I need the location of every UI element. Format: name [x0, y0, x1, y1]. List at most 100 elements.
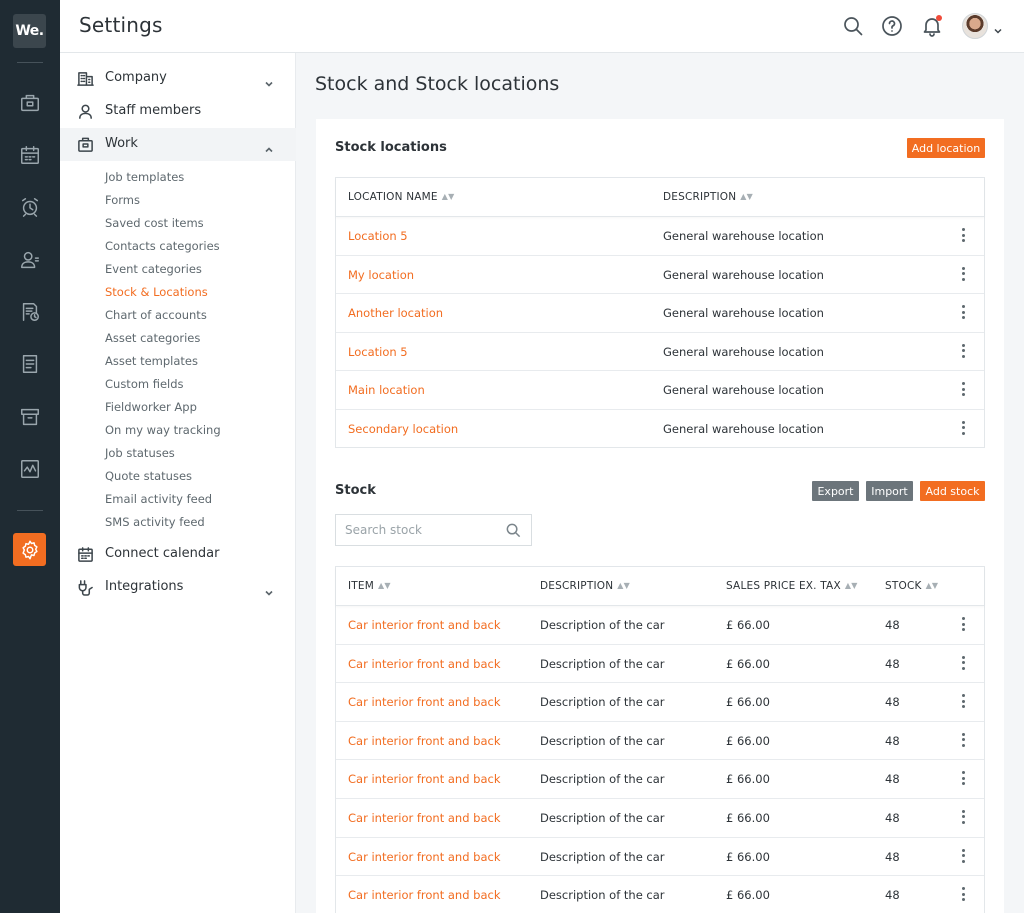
- alarm-clock-icon[interactable]: [17, 194, 43, 220]
- more-options-icon[interactable]: [960, 382, 966, 398]
- sidebar-subitem-on-my-way-tracking[interactable]: On my way tracking: [105, 423, 221, 437]
- sidebar-item-staff-members[interactable]: Staff members: [60, 95, 296, 128]
- table-row[interactable]: Car interior front and back Description o…: [336, 760, 984, 799]
- export-button[interactable]: Export: [812, 481, 859, 501]
- column-header-description[interactable]: DESCRIPTION ▲▼: [663, 191, 753, 203]
- sidebar-subitem-email-activity-feed[interactable]: Email activity feed: [105, 492, 212, 506]
- more-options-icon[interactable]: [960, 266, 966, 283]
- more-options-icon[interactable]: [960, 694, 966, 710]
- table-row[interactable]: My location General warehouse location: [336, 256, 984, 295]
- contacts-icon[interactable]: [17, 247, 43, 273]
- location-name-link[interactable]: Another location: [348, 306, 443, 320]
- stock-item-link[interactable]: Car interior front and back: [348, 772, 501, 786]
- column-header-stock[interactable]: STOCK ▲▼: [885, 580, 938, 592]
- more-options-icon[interactable]: [960, 420, 966, 437]
- chevron-up-icon[interactable]: [264, 140, 274, 153]
- more-options-icon[interactable]: [960, 809, 966, 826]
- stock-item-link[interactable]: Car interior front and back: [348, 811, 501, 825]
- table-row[interactable]: Car interior front and back Description o…: [336, 606, 984, 645]
- chevron-down-icon[interactable]: [264, 583, 274, 596]
- sidebar-item-integrations[interactable]: Integrations: [60, 571, 296, 604]
- column-header-sales-price[interactable]: SALES PRICE EX. TAX ▲▼: [726, 580, 858, 592]
- sidebar-item-connect-calendar[interactable]: Connect calendar: [60, 538, 296, 571]
- stock-description: Description of the car: [540, 810, 665, 825]
- column-header-description[interactable]: DESCRIPTION ▲▼: [540, 580, 630, 592]
- add-stock-button[interactable]: Add stock: [920, 481, 985, 501]
- table-row[interactable]: Location 5 General warehouse location: [336, 333, 984, 372]
- column-header-item[interactable]: ITEM ▲▼: [348, 580, 391, 592]
- sidebar-subitem-asset-templates[interactable]: Asset templates: [105, 354, 198, 368]
- stock-item-link[interactable]: Car interior front and back: [348, 734, 501, 748]
- add-location-button[interactable]: Add location: [907, 138, 985, 158]
- sidebar-item-company[interactable]: Company: [60, 62, 296, 95]
- sidebar-subitem-saved-cost-items[interactable]: Saved cost items: [105, 216, 204, 230]
- more-options-icon[interactable]: [960, 887, 966, 903]
- activity-chart-icon[interactable]: [17, 456, 43, 482]
- location-name-link[interactable]: My location: [348, 268, 414, 282]
- sidebar-subitem-fieldworker-app[interactable]: Fieldworker App: [105, 400, 197, 414]
- location-name-link[interactable]: Location 5: [348, 229, 408, 243]
- briefcase-icon[interactable]: [17, 90, 43, 116]
- stock-item-link[interactable]: Car interior front and back: [348, 618, 501, 632]
- sidebar-subitem-contacts-categories[interactable]: Contacts categories: [105, 239, 220, 253]
- invoice-clock-icon[interactable]: [17, 299, 43, 325]
- import-button[interactable]: Import: [866, 481, 913, 501]
- settings-gear-icon[interactable]: [13, 533, 46, 566]
- stock-quantity: 48: [885, 810, 900, 825]
- sidebar-item-work[interactable]: Work: [60, 128, 296, 161]
- chevron-down-icon[interactable]: [993, 21, 1003, 34]
- more-options-icon[interactable]: [960, 617, 966, 633]
- stock-item-link[interactable]: Car interior front and back: [348, 695, 501, 709]
- document-icon[interactable]: [17, 351, 43, 377]
- table-row[interactable]: Another location General warehouse locati…: [336, 294, 984, 333]
- location-name-link[interactable]: Main location: [348, 383, 425, 397]
- more-options-icon[interactable]: [960, 732, 966, 749]
- avatar[interactable]: [962, 13, 988, 39]
- more-options-icon[interactable]: [960, 343, 966, 360]
- table-row[interactable]: Car interior front and back Description o…: [336, 722, 984, 761]
- location-description: General warehouse location: [663, 267, 824, 282]
- sidebar-subitem-chart-of-accounts[interactable]: Chart of accounts: [105, 308, 207, 322]
- table-row[interactable]: Location 5 General warehouse location: [336, 217, 984, 256]
- sidebar-subitem-quote-statuses[interactable]: Quote statuses: [105, 469, 192, 483]
- sidebar-subitem-sms-activity-feed[interactable]: SMS activity feed: [105, 515, 205, 529]
- more-options-icon[interactable]: [960, 305, 966, 321]
- stock-description: Description of the car: [540, 695, 665, 710]
- app-logo[interactable]: We.: [13, 14, 46, 48]
- table-row[interactable]: Secondary location General warehouse loca…: [336, 410, 984, 449]
- calendar-icon[interactable]: [17, 142, 43, 168]
- table-row[interactable]: Car interior front and back Description o…: [336, 645, 984, 684]
- archive-icon[interactable]: [17, 404, 43, 430]
- search-icon[interactable]: [841, 14, 865, 38]
- page-title: Stock and Stock locations: [315, 73, 560, 95]
- sidebar-subitem-job-templates[interactable]: Job templates: [105, 170, 184, 184]
- sidebar-subitem-stock-locations[interactable]: Stock & Locations: [105, 285, 208, 299]
- stock-item-link[interactable]: Car interior front and back: [348, 888, 501, 902]
- chevron-down-icon[interactable]: [264, 74, 274, 87]
- location-name-link[interactable]: Location 5: [348, 345, 408, 359]
- plug-icon: [77, 579, 94, 596]
- location-name-link[interactable]: Secondary location: [348, 422, 458, 436]
- sidebar-subitem-job-statuses[interactable]: Job statuses: [105, 446, 175, 460]
- help-icon[interactable]: [880, 14, 904, 38]
- stock-item-link[interactable]: Car interior front and back: [348, 657, 501, 671]
- table-row[interactable]: Car interior front and back Description o…: [336, 683, 984, 722]
- table-row[interactable]: Car interior front and back Description o…: [336, 799, 984, 838]
- table-row[interactable]: Main location General warehouse location: [336, 371, 984, 410]
- table-row[interactable]: Car interior front and back Description o…: [336, 838, 984, 877]
- sidebar-subitem-custom-fields[interactable]: Custom fields: [105, 377, 184, 391]
- search-input[interactable]: [345, 523, 495, 537]
- sidebar-subitem-asset-categories[interactable]: Asset categories: [105, 331, 200, 345]
- sidebar-subitem-event-categories[interactable]: Event categories: [105, 262, 202, 276]
- sort-icon: ▲▼: [617, 581, 630, 590]
- column-header-location-name[interactable]: LOCATION NAME ▲▼: [348, 191, 454, 203]
- sidebar-subitem-forms[interactable]: Forms: [105, 193, 140, 207]
- more-options-icon[interactable]: [960, 228, 966, 244]
- more-options-icon[interactable]: [960, 655, 966, 672]
- sort-icon: ▲▼: [925, 581, 939, 590]
- search-icon[interactable]: [505, 522, 522, 539]
- table-row[interactable]: Car interior front and back Description o…: [336, 876, 984, 913]
- more-options-icon[interactable]: [960, 848, 966, 865]
- stock-item-link[interactable]: Car interior front and back: [348, 850, 501, 864]
- more-options-icon[interactable]: [960, 771, 966, 787]
